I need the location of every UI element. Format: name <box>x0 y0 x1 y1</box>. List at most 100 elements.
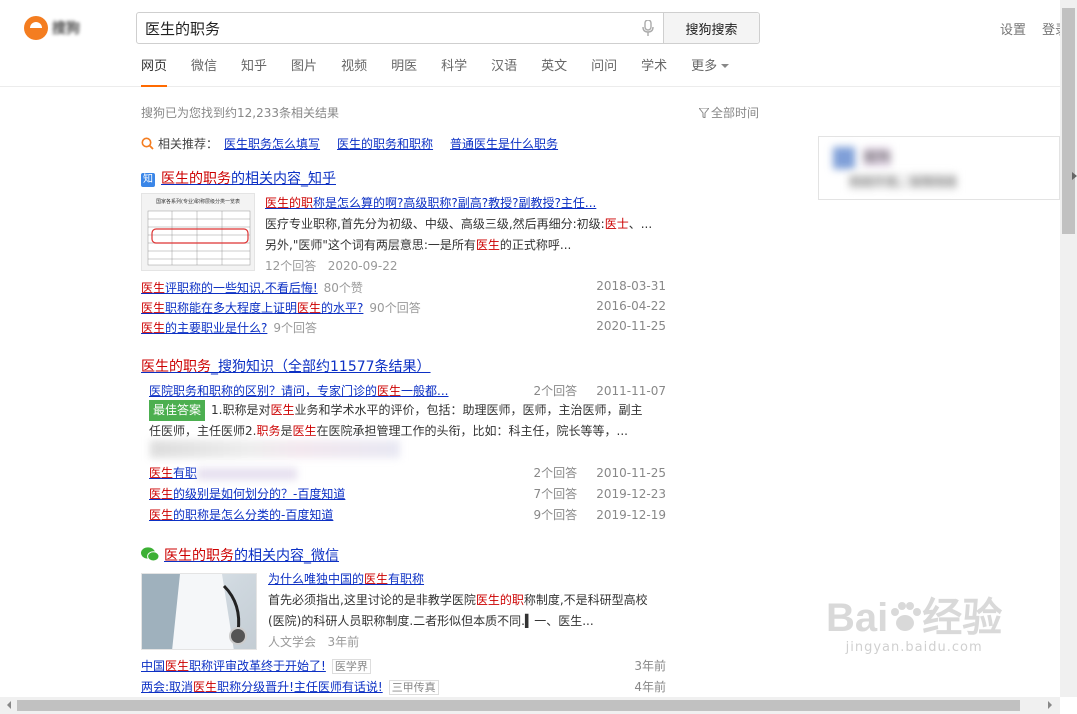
hl: 医生 <box>364 572 389 586</box>
tab-more[interactable]: 更多 <box>691 58 729 87</box>
date: 2010-11-25 <box>596 466 666 480</box>
redacted-region <box>197 467 298 480</box>
settings-link[interactable]: 设置 <box>1000 23 1026 38</box>
related-link[interactable]: 普通医生是什么职务 <box>450 135 558 152</box>
t: 称制度,不是科研型高校 <box>523 593 648 607</box>
t: 的正式称呼... <box>499 238 572 252</box>
table-image-icon <box>147 210 251 266</box>
t: 职称分级晋升!主任医师有话说! <box>217 680 383 694</box>
watermark-brand2: 经验 <box>922 596 1003 640</box>
filter-icon <box>699 107 709 118</box>
watermark-brand: Bai <box>826 596 889 640</box>
t: 评职称的一些知识,不看后悔! <box>165 281 318 295</box>
title-rest: 的相关内容_知乎 <box>231 171 336 187</box>
tab-hanyu[interactable]: 汉语 <box>491 58 517 87</box>
title-rest: _搜狗知识（全部约11577条结果） <box>211 359 431 375</box>
zhihu-icon: 知 <box>141 173 155 187</box>
tab-web[interactable]: 网页 <box>141 58 168 87</box>
row-link[interactable]: 医生的主要职业是什么? <box>141 321 267 335</box>
row-link[interactable]: 医生的职称是怎么分类的-百度知道 <box>149 506 333 523</box>
logo[interactable]: 搜狗 <box>24 14 124 42</box>
right-promo-card[interactable]: 搜狗 网络环境，保障网络 <box>818 136 1060 200</box>
hl: 医生 <box>193 680 218 694</box>
row-link[interactable]: 医生的级别是如何划分的？-百度知道 <box>149 485 345 502</box>
t: 职称评审改革终于开始了! <box>189 659 326 673</box>
tab-scholar[interactable]: 学术 <box>641 58 667 87</box>
t: 的主要职业是什么? <box>165 321 268 335</box>
tab-images[interactable]: 图片 <box>291 58 317 87</box>
zhihu-result-title[interactable]: 知医生的职务的相关内容_知乎 <box>141 168 336 188</box>
card-subtitle: 网络环境，保障网络 <box>849 173 958 190</box>
card-icon <box>833 147 855 169</box>
row-link[interactable]: 两会:取消医生职称分级晋升!主任医师有话说! <box>141 680 383 694</box>
tab-science[interactable]: 科学 <box>441 58 467 87</box>
zhihu-item: 医生的职称是怎么算的啊?高级职称?副高?教授?副教授?主任... 医疗专业职称,… <box>265 193 685 277</box>
search-input[interactable] <box>137 13 633 43</box>
horizontal-scroll-thumb[interactable] <box>17 700 1020 711</box>
row-link[interactable]: 医生有职 <box>149 466 197 480</box>
date: 3年前 <box>634 659 666 673</box>
tab-english[interactable]: 英文 <box>541 58 567 87</box>
row-link[interactable]: 中国医生职称评审改革终于开始了! <box>141 659 326 673</box>
t: 两会:取消 <box>141 680 194 694</box>
hl: 医生 <box>292 424 317 438</box>
scroll-right-arrow-icon[interactable] <box>1048 701 1056 709</box>
weixin-result-title[interactable]: 医生的职务的相关内容_微信 <box>141 545 339 565</box>
hl: 的职 <box>289 196 314 210</box>
doctor-image-icon <box>142 574 247 649</box>
t: 是 <box>280 424 293 438</box>
search-button[interactable]: 搜狗搜索 <box>663 13 759 43</box>
weixin-row: 中国医生职称评审改革终于开始了! 医学界 3年前 <box>141 657 666 674</box>
tab-mingyi[interactable]: 明医 <box>391 58 417 87</box>
t: 1.职称是对 <box>211 403 271 417</box>
paw-icon <box>891 602 922 631</box>
best-answer-badge: 最佳答案 <box>149 400 206 421</box>
weixin-item-title[interactable]: 为什么唯独中国的医生有职称 <box>268 572 424 586</box>
search-box: 搜狗搜索 <box>136 12 760 44</box>
hl: 医生 <box>165 659 190 673</box>
t: 的级别是如何划分的？-百度知道 <box>173 487 346 501</box>
zhihu-thumbnail[interactable]: 国家各系列(专业)职称层级分类一览表 <box>141 193 255 271</box>
t: 有职称 <box>388 572 425 586</box>
date: 2016-04-22 <box>596 299 666 313</box>
logo-text: 搜狗 <box>52 21 80 37</box>
date: 4年前 <box>634 680 666 694</box>
related-link[interactable]: 医生职务怎么填写 <box>224 135 320 152</box>
horizontal-scrollbar[interactable] <box>0 697 1060 714</box>
hl: 医生 <box>297 301 322 315</box>
date: 2018-03-31 <box>596 279 666 293</box>
row-link[interactable]: 医生评职称的一些知识,不看后悔! <box>141 281 318 295</box>
row-link[interactable]: 医生职称能在多大程度上证明医生的水平? <box>141 301 363 315</box>
tab-wenwen[interactable]: 问问 <box>591 58 617 87</box>
vertical-scroll-thumb[interactable] <box>1062 8 1075 234</box>
hl: 医生 <box>141 281 166 295</box>
zhihu-desc-line1: 医疗专业职称,首先分为初级、中级、高级三级,然后再细分:初级:医士、... <box>265 214 685 235</box>
time-filter[interactable]: 全部时间 <box>699 104 759 121</box>
t: 医疗专业职称,首先分为初级、中级、高级三级,然后再细分:初级: <box>265 217 605 231</box>
best-answer: 最佳答案 1.职称是对医生业务和学术水平的评价，包括：助理医师，医师，主治医师，副… <box>149 400 669 442</box>
row-link[interactable]: 医院职务和职称的区别？请问，专家门诊的医生一般都... <box>149 382 448 399</box>
date: 2019-12-23 <box>596 487 666 501</box>
baidu-jingyan-watermark: Bai 经验 jingyan.baidu.com <box>826 596 1002 655</box>
weixin-thumbnail[interactable] <box>141 573 257 650</box>
tab-weixin[interactable]: 微信 <box>191 58 217 87</box>
t: 一般都... <box>401 384 449 398</box>
scroll-left-arrow-icon[interactable] <box>3 701 11 709</box>
hl: 医生 <box>141 301 166 315</box>
date: 2011-11-07 <box>596 384 666 398</box>
count: 2个回答 <box>533 466 578 480</box>
tab-video[interactable]: 视频 <box>341 58 367 87</box>
title-highlight: 医生的职务 <box>161 171 231 187</box>
zhihu-item-title[interactable]: 医生的职称是怎么算的啊?高级职称?副高?教授?副教授?主任... <box>265 196 596 210</box>
related-link[interactable]: 医生的职务和职称 <box>337 135 433 152</box>
hl: 医生 <box>149 508 174 522</box>
zhihu-desc-line2: 另外,"医师"这个词有两层意思:一是所有医生的正式称呼... <box>265 235 685 256</box>
related-label: 相关推荐： <box>158 137 219 151</box>
tab-zhihu[interactable]: 知乎 <box>241 58 267 87</box>
zhihu-row: 医生职称能在多大程度上证明医生的水平? 90个回答 2016-04-22 <box>141 299 666 316</box>
microphone-icon[interactable] <box>633 13 663 43</box>
scroll-right-arrow-icon[interactable] <box>1072 172 1077 180</box>
zhishi-result-title[interactable]: 医生的职务_搜狗知识（全部约11577条结果） <box>141 356 431 376</box>
vertical-scrollbar[interactable] <box>1060 0 1077 697</box>
source-tag: 医学界 <box>331 659 371 674</box>
